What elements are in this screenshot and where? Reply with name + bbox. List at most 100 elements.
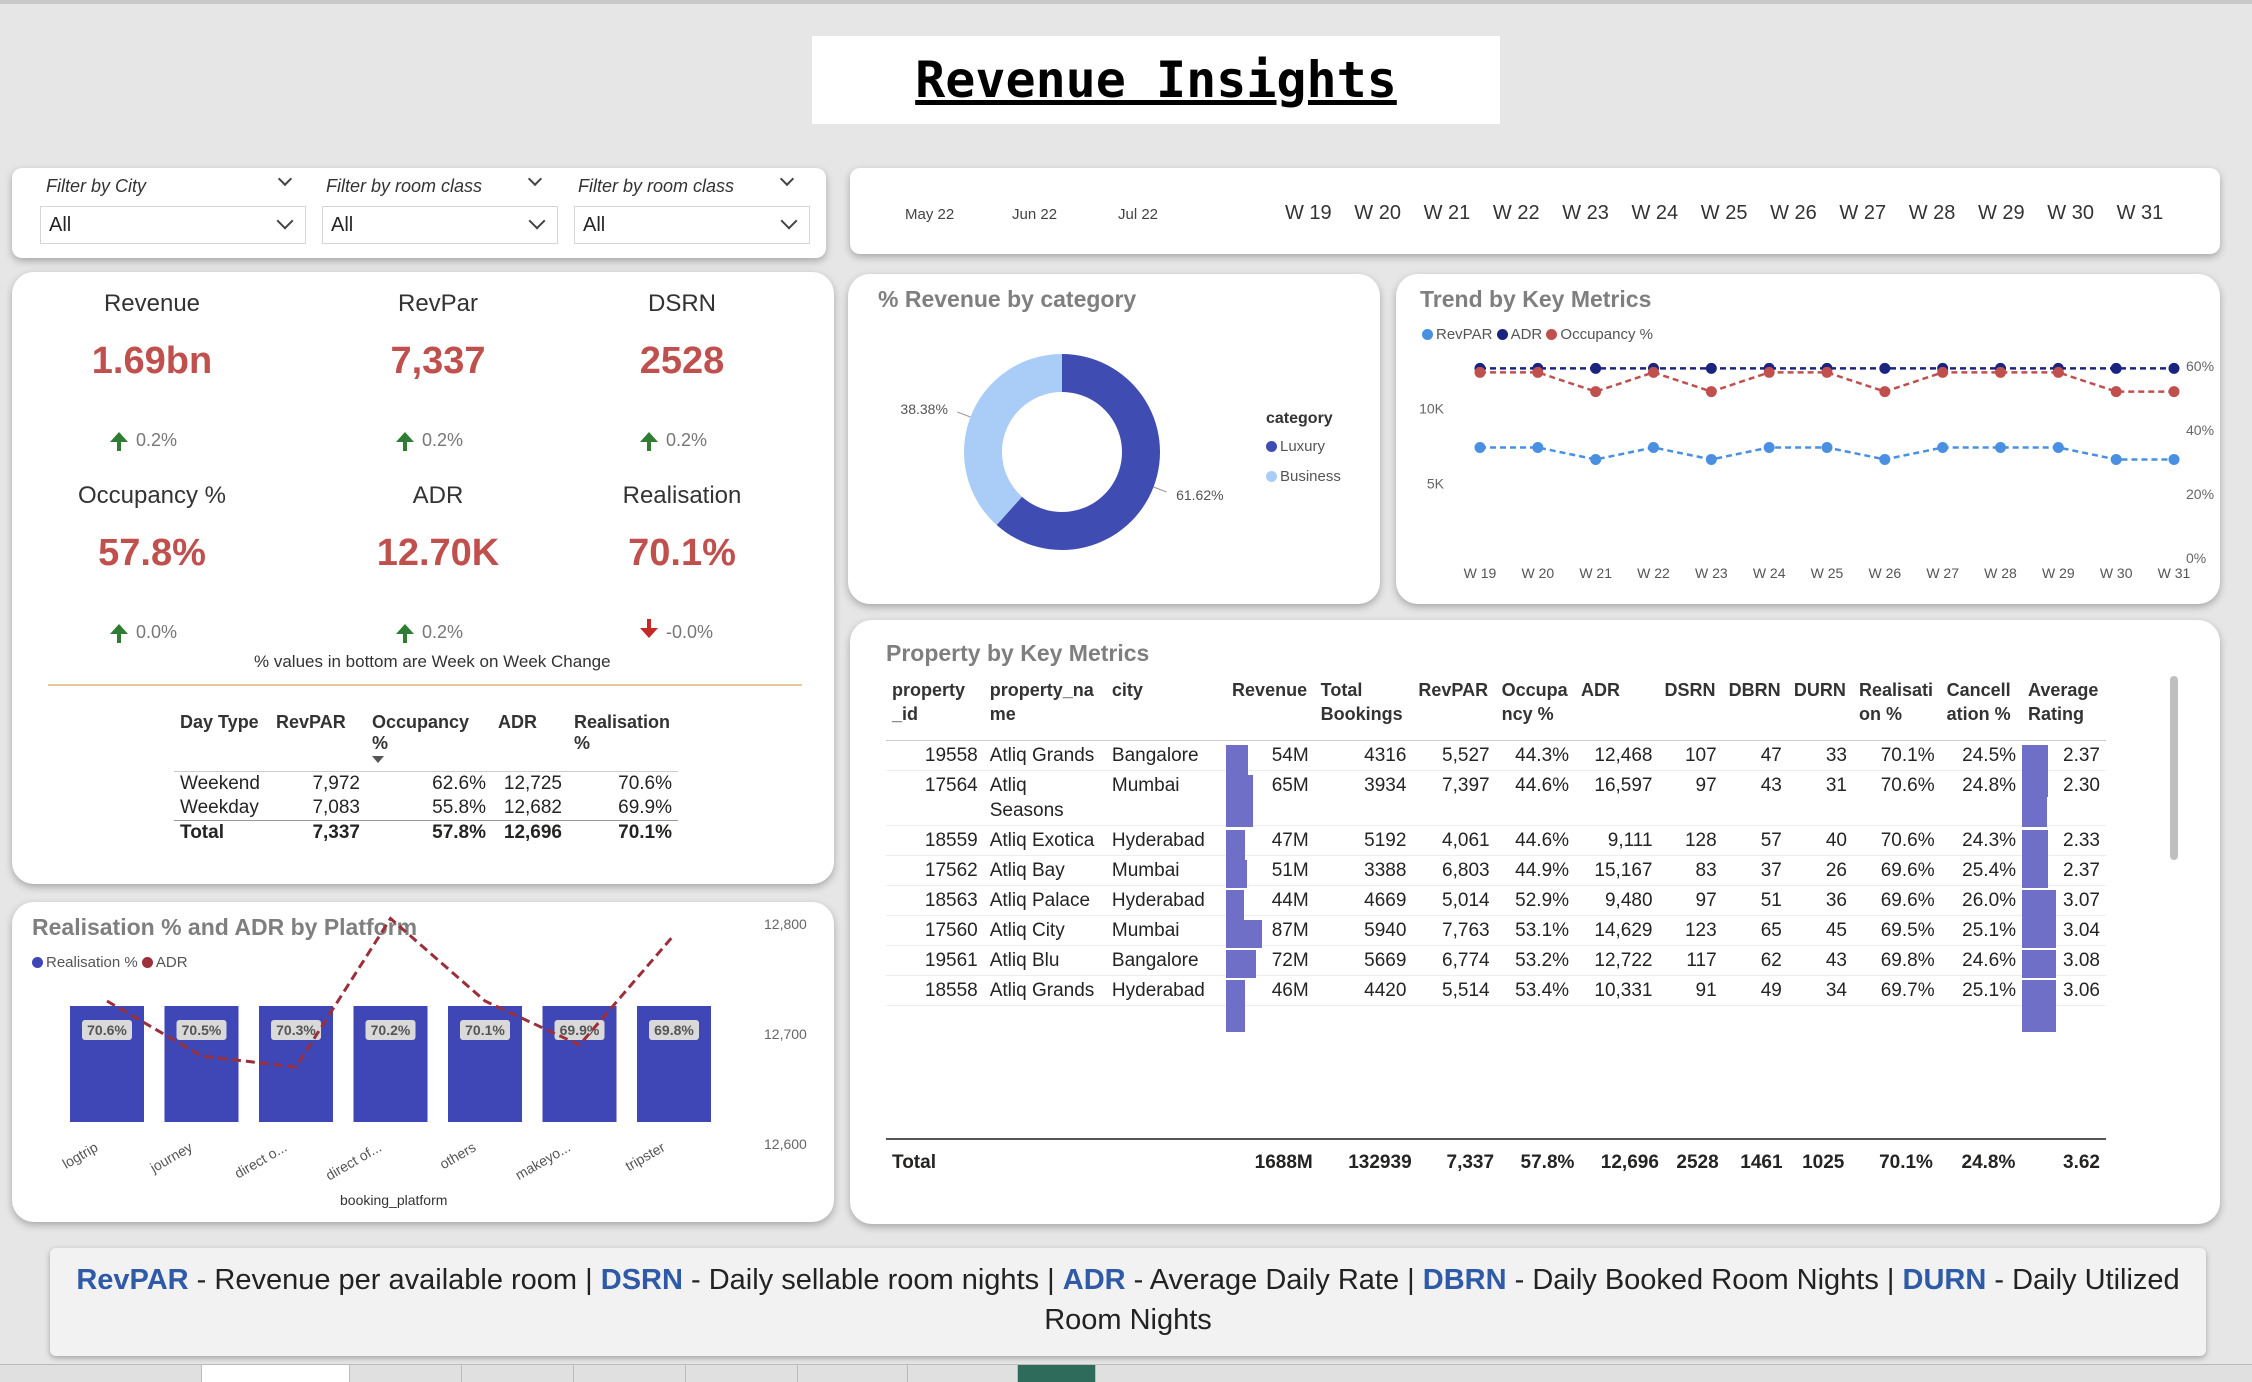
cell-name: Atliq Palace <box>983 885 1106 916</box>
timeline-month[interactable]: Jun 22 <box>1012 206 1057 223</box>
y-tick-label: 5K <box>1427 475 1445 491</box>
legend-label: Business <box>1280 468 1341 485</box>
cell-text: 87M <box>1271 919 1309 941</box>
data-label: 69.8% <box>654 1022 694 1038</box>
page-tab[interactable] <box>908 1365 1018 1382</box>
col-header[interactable]: DSRN <box>1659 678 1723 726</box>
kpi-value: 2528 <box>639 340 725 382</box>
page-tab[interactable] <box>574 1365 686 1382</box>
total-cell: 1461 <box>1740 1152 1783 1173</box>
filter-room-class-dropdown[interactable]: All <box>322 206 558 244</box>
data-point <box>1763 366 1775 378</box>
timeline-week[interactable]: W 31 <box>2117 202 2164 225</box>
col-header[interactable]: Realisation % <box>568 712 678 763</box>
timeline-month[interactable]: Jul 22 <box>1118 206 1158 223</box>
sort-desc-icon <box>372 756 384 763</box>
cell-dbrn: 37 <box>1722 855 1788 886</box>
data-point <box>1821 366 1833 378</box>
report-title: Revenue Insights <box>915 51 1397 109</box>
chevron-down-icon <box>780 212 798 230</box>
cell-id: 17562 <box>886 855 984 886</box>
kpi-value: 1.69bn <box>91 340 213 382</box>
col-header[interactable]: ADR <box>1575 678 1658 726</box>
x-tick-label: W 28 <box>1984 565 2017 581</box>
property-total-table: Total 1688M 132939 7,337 57.8% 12,696 2528 1461… <box>886 1148 2106 1177</box>
cell-durn: 34 <box>1787 975 1853 1006</box>
cell-bookings: 4316 <box>1314 740 1413 771</box>
legend-item-business[interactable]: Business <box>1266 468 1341 485</box>
chevron-down-icon[interactable] <box>779 171 795 187</box>
chevron-down-icon[interactable] <box>277 171 293 187</box>
cell-canc: 25.1% <box>1940 975 2023 1006</box>
col-header[interactable]: city <box>1106 678 1226 726</box>
timeline-week[interactable]: W 26 <box>1770 202 1817 225</box>
col-header[interactable]: Occupa ncy % <box>1496 678 1575 726</box>
filter-room-class-2-label: Filter by room class <box>578 176 735 196</box>
table-row[interactable]: 18558 Atliq Grands Hyderabad 46M 4420 5,514 53… <box>886 975 2106 1032</box>
rating-databar <box>2022 949 2057 978</box>
col-header[interactable]: Total Bookings <box>1315 678 1413 726</box>
table-scrollbar[interactable] <box>2170 676 2178 860</box>
col-header[interactable]: Day Type <box>174 712 270 763</box>
page-tab[interactable] <box>48 1365 202 1382</box>
table-row[interactable]: 19561 Atliq Blu Bangalore 72M 5669 6,774 53.2%… <box>886 945 2106 978</box>
kpi-label: Revenue <box>103 290 201 317</box>
col-header[interactable]: DBRN <box>1723 678 1788 726</box>
col-header[interactable]: Occupancy % <box>366 712 492 763</box>
col-header[interactable]: Average Rating <box>2022 678 2106 726</box>
table-row[interactable]: 17560 Atliq City Mumbai 87M 5940 7,763 53.1% 14… <box>886 915 2106 948</box>
cell: 7,337 <box>270 819 366 845</box>
timeline-week[interactable]: W 19 <box>1285 202 1332 225</box>
x-tick-label: direct o... <box>232 1139 290 1182</box>
col-header[interactable]: DURN <box>1788 678 1853 726</box>
total-cell: 7,337 <box>1446 1152 1495 1173</box>
col-header[interactable]: Cancell ation % <box>1941 678 2022 726</box>
kpi-change: 0.2% <box>666 430 708 450</box>
table-row[interactable]: 17562 Atliq Bay Mumbai 51M 3388 6,803 44.9% 15,… <box>886 855 2106 888</box>
table-row[interactable]: 19558 Atliq Grands Bangalore 54M 4316 5,527 44… <box>886 740 2106 797</box>
page-tab-active[interactable] <box>202 1365 350 1382</box>
timeline-week[interactable]: W 20 <box>1354 202 1401 225</box>
col-header[interactable]: RevPAR <box>1412 678 1495 726</box>
timeline-week[interactable]: W 28 <box>1909 202 1956 225</box>
table-row[interactable]: 18563 Atliq Palace Hyderabad 44M 4669 5,014 52… <box>886 885 2106 942</box>
timeline-week[interactable]: W 25 <box>1701 202 1748 225</box>
filter-room-class-2-dropdown[interactable]: All <box>574 206 810 244</box>
cell-dsrn: 128 <box>1658 825 1723 856</box>
legend-item-luxury[interactable]: Luxury <box>1266 438 1325 455</box>
timeline-week[interactable]: W 23 <box>1562 202 1609 225</box>
page-tab[interactable] <box>462 1365 574 1382</box>
col-header[interactable]: Realisati on % <box>1853 678 1941 726</box>
timeline-week[interactable]: W 29 <box>1978 202 2025 225</box>
table-row[interactable]: 18559 Atliq Exotica Hyderabad 47M 5192 4,061 4… <box>886 825 2106 882</box>
col-header[interactable]: ADR <box>492 712 568 763</box>
cell-dsrn: 117 <box>1658 945 1723 976</box>
table-row[interactable]: 17564 Atliq Seasons Mumbai 65M 3934 7,397 44.6… <box>886 770 2106 827</box>
data-point <box>2168 386 2180 398</box>
col-header[interactable]: RevPAR <box>270 712 366 763</box>
cell-rating: 3.07 <box>2022 885 2106 942</box>
page-tab[interactable] <box>350 1365 462 1382</box>
cell-dbrn: 62 <box>1722 945 1788 976</box>
page-tab[interactable] <box>798 1365 908 1382</box>
timeline-week[interactable]: W 21 <box>1424 202 1471 225</box>
timeline-week[interactable]: W 24 <box>1632 202 1679 225</box>
data-point <box>1705 362 1717 374</box>
timeline-week[interactable]: W 22 <box>1493 202 1540 225</box>
col-header[interactable]: property _id <box>886 678 984 726</box>
col-header[interactable]: Revenue <box>1226 678 1315 726</box>
timeline-week[interactable]: W 30 <box>2047 202 2094 225</box>
chevron-down-icon[interactable] <box>527 171 543 187</box>
col-header[interactable]: property_na me <box>984 678 1106 726</box>
page-tab-green[interactable] <box>1018 1365 1096 1382</box>
daytype-table: Day Type RevPAR Occupancy % ADR Realisat… <box>174 712 678 845</box>
page-tab[interactable] <box>686 1365 798 1382</box>
x-tick-label: W 25 <box>1811 565 1844 581</box>
legend-title: category <box>1266 410 1333 427</box>
timeline-month[interactable]: May 22 <box>905 206 954 223</box>
cell-durn: 40 <box>1787 825 1853 856</box>
filter-city-dropdown[interactable]: All <box>40 206 306 244</box>
timeline-week[interactable]: W 27 <box>1839 202 1886 225</box>
glossary-text: RevPAR - Revenue per available room | DS… <box>76 1264 2179 1336</box>
cell-text: 46M <box>1271 979 1309 1001</box>
